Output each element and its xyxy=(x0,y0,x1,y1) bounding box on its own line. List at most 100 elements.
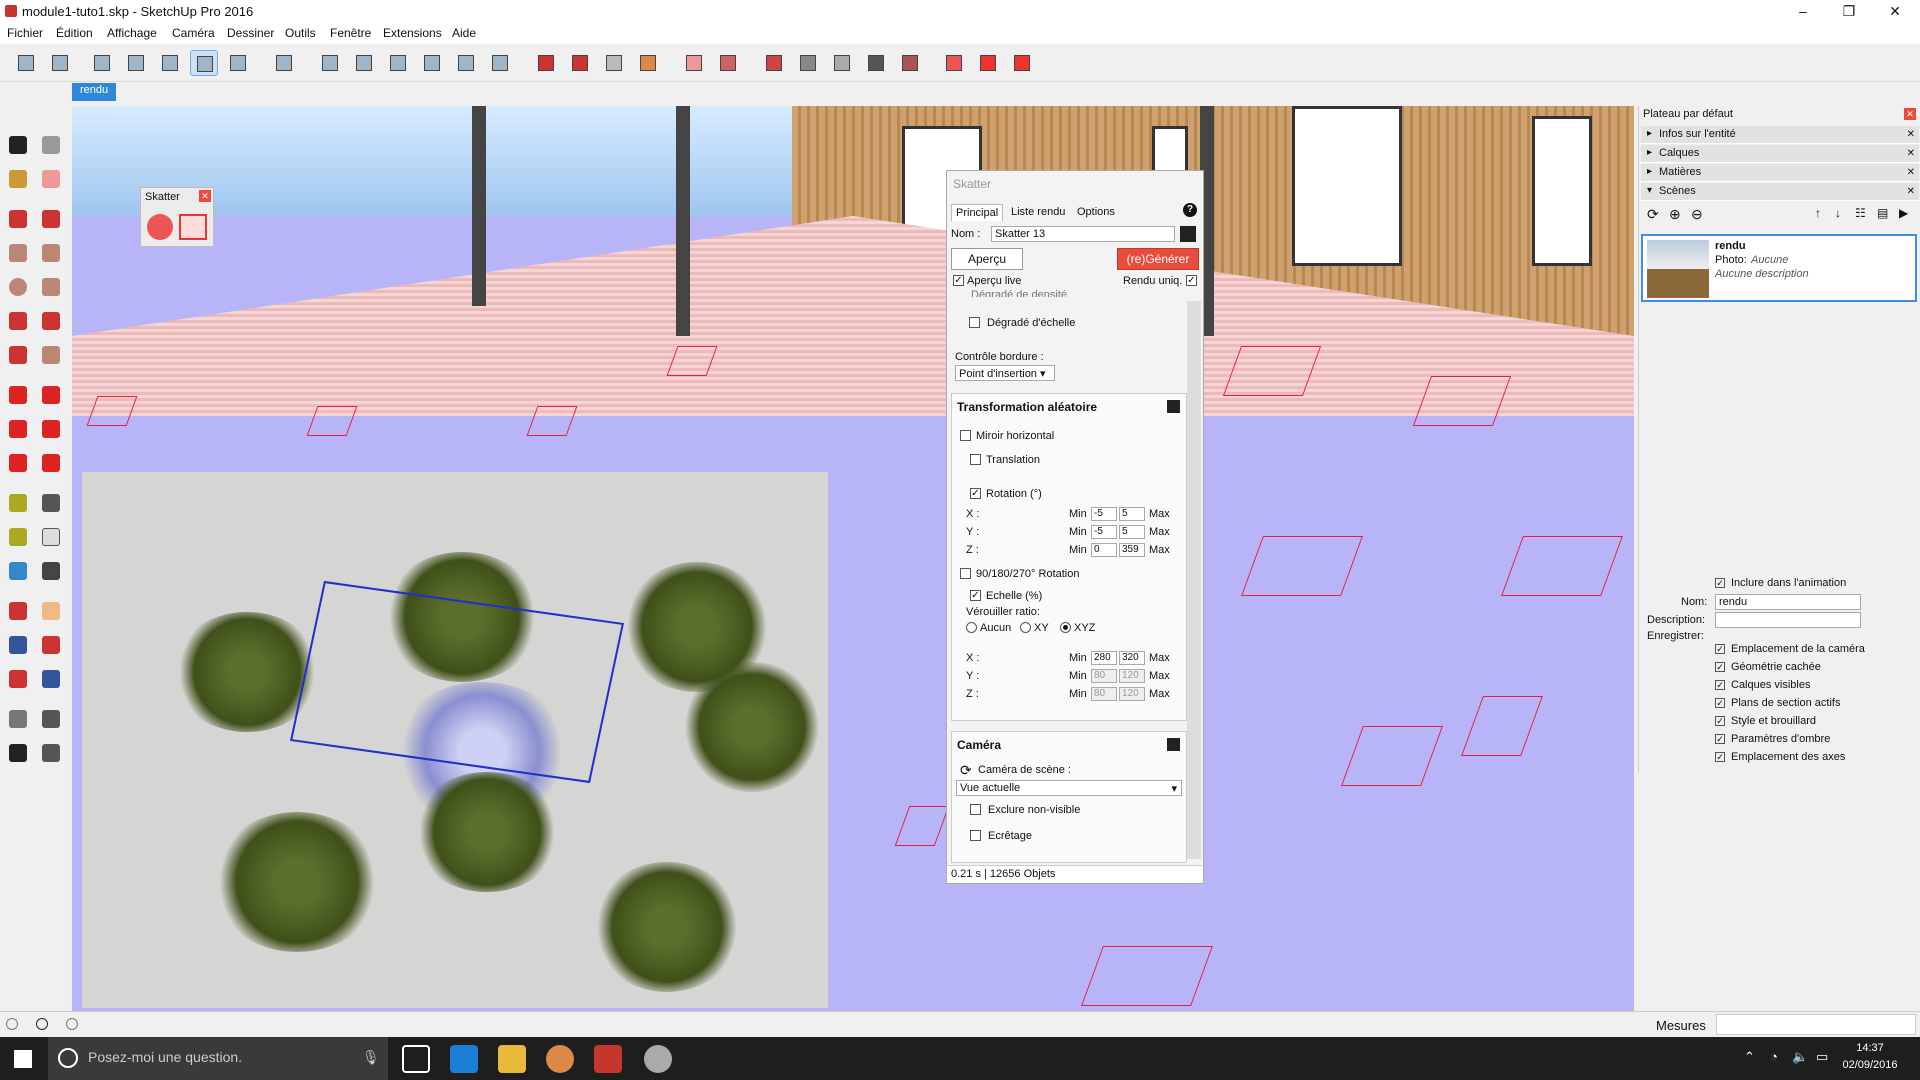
save-prop-checkbox[interactable]: ✓ xyxy=(1715,698,1725,708)
top-view-button[interactable] xyxy=(46,50,74,76)
left-view-button[interactable] xyxy=(452,50,480,76)
tab-principal[interactable]: Principal xyxy=(951,204,1004,221)
xray-button[interactable] xyxy=(88,50,116,76)
menu-dessiner[interactable]: Dessiner xyxy=(227,26,274,40)
walk-tool[interactable] xyxy=(5,740,31,766)
polygon-tool[interactable] xyxy=(38,274,64,300)
add-scene-icon[interactable]: ⊕ xyxy=(1669,206,1681,223)
skatter-mini-close[interactable]: ✕ xyxy=(199,190,211,202)
collapse-icon[interactable] xyxy=(1167,738,1180,751)
save-prop-checkbox[interactable]: ✓ xyxy=(1715,662,1725,672)
save-prop-checkbox[interactable]: ✓ xyxy=(1715,644,1725,654)
details-icon[interactable]: ▤ xyxy=(1877,206,1888,220)
scene-desc-field[interactable] xyxy=(1715,612,1861,628)
echelle-checkbox[interactable]: ✓ xyxy=(970,590,981,601)
lookaround-tool[interactable] xyxy=(38,706,64,732)
rotate-tool[interactable] xyxy=(5,416,31,442)
menu-extensions[interactable]: Extensions xyxy=(383,26,442,40)
help-icon[interactable]: ? xyxy=(1183,203,1197,217)
apercu-live-checkbox[interactable]: ✓ xyxy=(953,275,964,286)
solid-subtract-button[interactable] xyxy=(794,50,822,76)
expand-icon[interactable]: ▶ xyxy=(1899,206,1908,220)
3dtext-tool[interactable] xyxy=(38,558,64,584)
save-prop-checkbox[interactable]: ✓ xyxy=(1715,734,1725,744)
regenerer-button[interactable]: (re)Générer xyxy=(1117,248,1199,270)
eraser-tool[interactable] xyxy=(38,166,64,192)
grid-button[interactable] xyxy=(714,50,742,76)
menu-fenetre[interactable]: Fenêtre xyxy=(330,26,371,40)
text-tool[interactable] xyxy=(38,524,64,550)
monochrome-button[interactable] xyxy=(224,50,252,76)
rot-x-min[interactable]: -5 xyxy=(1091,507,1117,521)
translation-checkbox[interactable] xyxy=(970,454,981,465)
rot-x-max[interactable]: 5 xyxy=(1119,507,1145,521)
freehand-tool[interactable] xyxy=(38,206,64,232)
network-icon[interactable]: ◔ xyxy=(1770,1049,1778,1064)
solid-outer-button[interactable] xyxy=(896,50,924,76)
line-tool[interactable] xyxy=(5,206,31,232)
name-field[interactable]: Skatter 13 xyxy=(991,226,1175,242)
stamp-button[interactable] xyxy=(566,50,594,76)
controle-bordure-select[interactable]: Point d'insertion ▾ xyxy=(955,365,1055,381)
edge-icon[interactable] xyxy=(450,1045,478,1073)
scene-name-field[interactable]: rendu xyxy=(1715,594,1861,610)
zoom-extents-tool[interactable] xyxy=(5,666,31,692)
pushpull-tool[interactable] xyxy=(38,382,64,408)
position-camera-tool[interactable] xyxy=(5,706,31,732)
tape-tool[interactable] xyxy=(5,490,31,516)
menu-affichage[interactable]: Affichage xyxy=(107,26,157,40)
rot-z-max[interactable]: 359 xyxy=(1119,543,1145,557)
rot-y-min[interactable]: -5 xyxy=(1091,525,1117,539)
orbit-tool[interactable] xyxy=(5,598,31,624)
wireframe-button[interactable] xyxy=(122,50,150,76)
move-tool[interactable] xyxy=(5,382,31,408)
save-prop-checkbox[interactable]: ✓ xyxy=(1715,752,1725,762)
save-icon[interactable] xyxy=(1180,226,1196,242)
tray-item-close[interactable]: ✕ xyxy=(1907,186,1915,197)
save-button[interactable] xyxy=(270,50,298,76)
radio-xyz[interactable] xyxy=(1060,622,1071,633)
solid-trim-button[interactable] xyxy=(828,50,856,76)
shaded-button[interactable] xyxy=(156,50,184,76)
zoom-tool[interactable] xyxy=(5,632,31,658)
user-icon[interactable] xyxy=(66,1018,78,1030)
sandbox-button[interactable] xyxy=(532,50,560,76)
right-view-button[interactable] xyxy=(350,50,378,76)
scene-card-rendu[interactable]: rendu Photo: Aucune Aucune description xyxy=(1641,234,1917,302)
skatter-gear-icon[interactable] xyxy=(147,214,173,240)
sc-x-min[interactable]: 280 xyxy=(1091,651,1117,665)
protractor-tool[interactable] xyxy=(5,524,31,550)
task-view-icon[interactable] xyxy=(402,1045,430,1073)
back-view-button[interactable] xyxy=(418,50,446,76)
panel-scrollbar[interactable] xyxy=(1187,301,1201,859)
geolocation-icon[interactable] xyxy=(6,1018,18,1030)
offset-tool[interactable] xyxy=(38,450,64,476)
file-explorer-icon[interactable] xyxy=(498,1045,526,1073)
rot-y-max[interactable]: 5 xyxy=(1119,525,1145,539)
home-view-button[interactable] xyxy=(384,50,412,76)
tray-item-close[interactable]: ✕ xyxy=(1907,148,1915,159)
exclure-checkbox[interactable] xyxy=(970,804,981,815)
menu-outils[interactable]: Outils xyxy=(285,26,316,40)
sc-x-max[interactable]: 320 xyxy=(1119,651,1145,665)
menu-fichier[interactable]: Fichier xyxy=(7,26,43,40)
followme-tool[interactable] xyxy=(38,416,64,442)
app-taskbar-icon[interactable] xyxy=(644,1045,672,1073)
drape-button[interactable] xyxy=(600,50,628,76)
radio-aucun[interactable] xyxy=(966,622,977,633)
rotation-checkbox[interactable]: ✓ xyxy=(970,488,981,499)
apercu-button[interactable]: Aperçu xyxy=(951,248,1023,270)
iso-view-button[interactable] xyxy=(12,50,40,76)
tray-item-close[interactable]: ✕ xyxy=(1907,129,1915,140)
tray-item-layers[interactable]: Calques ✕ xyxy=(1641,145,1919,163)
circle-tool[interactable] xyxy=(5,274,31,300)
bottom-view-button[interactable] xyxy=(486,50,514,76)
degrade-echelle-checkbox[interactable] xyxy=(969,317,980,328)
arc2-tool[interactable] xyxy=(38,308,64,334)
menu-edition[interactable]: Édition xyxy=(56,26,93,40)
solid-union-button[interactable] xyxy=(760,50,788,76)
refresh-icon[interactable]: ⟳ xyxy=(960,762,972,779)
menu-camera[interactable]: Caméra xyxy=(172,26,215,40)
plugin-button[interactable] xyxy=(634,50,662,76)
sketchup-taskbar-icon[interactable] xyxy=(594,1045,622,1073)
